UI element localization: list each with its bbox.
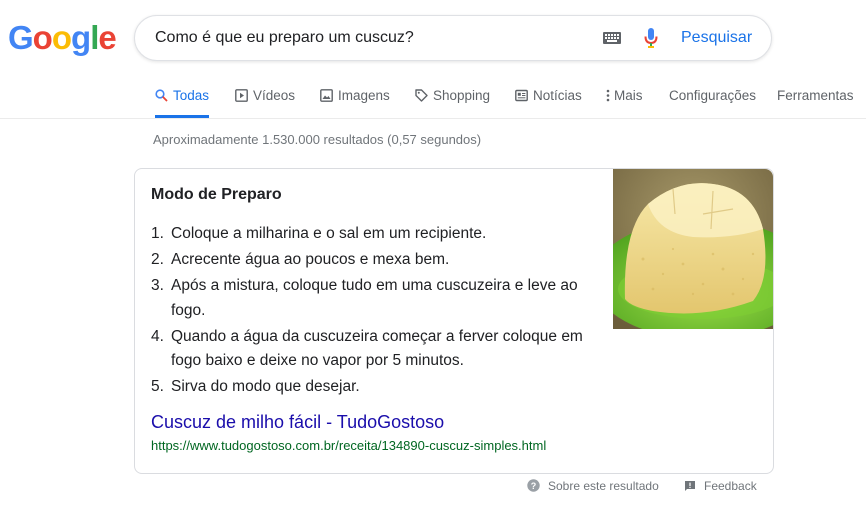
tab-label: Configurações bbox=[669, 88, 757, 103]
step-text: Sirva do modo que desejar. bbox=[171, 378, 360, 395]
source-link[interactable]: Cuscuz de milho fácil - TudoGostoso bbox=[151, 412, 444, 433]
about-result-link[interactable]: ? Sobre este resultado bbox=[527, 479, 659, 493]
logo-letter-l: l bbox=[90, 19, 99, 56]
logo-letter-o1: o bbox=[32, 19, 53, 56]
feedback-label: Feedback bbox=[704, 479, 757, 493]
more-vertical-icon bbox=[606, 89, 610, 102]
list-item: 1. Coloque a milharina e o sal em um reci… bbox=[151, 222, 616, 247]
tab-label: Todas bbox=[173, 88, 210, 103]
tabs-divider bbox=[0, 118, 866, 119]
tab-ferramentas[interactable]: Ferramentas bbox=[777, 84, 854, 118]
step-text: Após a mistura, coloque tudo em uma cusc… bbox=[171, 277, 578, 319]
search-tabs: Todas Vídeos Imagens Shopping Notícias M… bbox=[0, 84, 866, 118]
cuscuz-thumbnail[interactable] bbox=[613, 169, 773, 329]
logo-letter-g: G bbox=[8, 19, 34, 56]
tab-mais[interactable]: Mais bbox=[606, 84, 643, 118]
tab-noticias[interactable]: Notícias bbox=[515, 84, 582, 118]
help-icon: ? bbox=[527, 479, 540, 493]
list-item: 5. Sirva do modo que desejar. bbox=[151, 375, 616, 400]
step-text: Quando a água da cuscuzeira começar a fe… bbox=[171, 327, 583, 370]
svg-text:?: ? bbox=[531, 481, 537, 491]
tag-icon bbox=[415, 89, 428, 102]
tab-shopping[interactable]: Shopping bbox=[415, 84, 490, 118]
search-input[interactable] bbox=[155, 16, 575, 60]
step-number: 2. bbox=[151, 251, 164, 268]
tab-configuracoes[interactable]: Configurações bbox=[669, 84, 756, 118]
tab-label: Mais bbox=[614, 88, 643, 103]
logo-letter-o2: o bbox=[51, 19, 72, 56]
snippet-steps: 1. Coloque a milharina e o sal em um reci… bbox=[151, 222, 616, 401]
source-url: https://www.tudogostoso.com.br/receita/1… bbox=[151, 438, 547, 453]
list-item: 4. Quando a água da cuscuzeira começar a … bbox=[151, 325, 616, 374]
snippet-title: Modo de Preparo bbox=[151, 186, 282, 203]
logo-letter-g2: g bbox=[71, 19, 91, 56]
step-text: Acrecente água ao poucos e mexa bem. bbox=[171, 251, 450, 268]
list-item: 2. Acrecente água ao poucos e mexa bem. bbox=[151, 248, 616, 273]
tab-label: Imagens bbox=[338, 88, 390, 103]
tab-imagens[interactable]: Imagens bbox=[320, 84, 390, 118]
step-text: Coloque a milharina e o sal em um recipi… bbox=[171, 225, 487, 242]
logo-letter-e: e bbox=[98, 19, 116, 56]
google-logo[interactable]: Google bbox=[8, 18, 117, 58]
tab-todas[interactable]: Todas bbox=[155, 84, 210, 118]
search-icon bbox=[155, 89, 168, 102]
step-number: 3. bbox=[151, 277, 164, 294]
keyboard-icon[interactable] bbox=[602, 30, 622, 46]
featured-snippet: Modo de Preparo 1. Coloque a milharina e … bbox=[134, 168, 774, 474]
search-results-page: Google Pesquisar Todas bbox=[0, 0, 866, 522]
step-number: 4. bbox=[151, 327, 164, 345]
step-number: 5. bbox=[151, 378, 164, 395]
feedback-icon bbox=[685, 480, 695, 491]
search-bar: Pesquisar bbox=[134, 15, 772, 61]
tab-label: Vídeos bbox=[253, 88, 296, 103]
about-label: Sobre este resultado bbox=[548, 479, 659, 493]
result-stats: Aproximadamente 1.530.000 resultados (0,… bbox=[153, 132, 482, 147]
feedback-link[interactable]: Feedback bbox=[684, 479, 757, 493]
tab-label: Shopping bbox=[433, 88, 491, 103]
video-icon bbox=[235, 89, 248, 102]
cuscuz-image bbox=[613, 169, 773, 329]
list-item: 3. Após a mistura, coloque tudo em uma cu… bbox=[151, 274, 616, 323]
tab-label: Ferramentas bbox=[777, 88, 854, 103]
search-button[interactable]: Pesquisar bbox=[681, 16, 752, 60]
image-icon bbox=[320, 89, 333, 102]
step-number: 1. bbox=[151, 225, 164, 242]
tab-label: Notícias bbox=[533, 88, 582, 103]
tab-videos[interactable]: Vídeos bbox=[235, 84, 295, 118]
microphone-icon[interactable] bbox=[644, 27, 658, 49]
news-icon bbox=[515, 89, 528, 102]
